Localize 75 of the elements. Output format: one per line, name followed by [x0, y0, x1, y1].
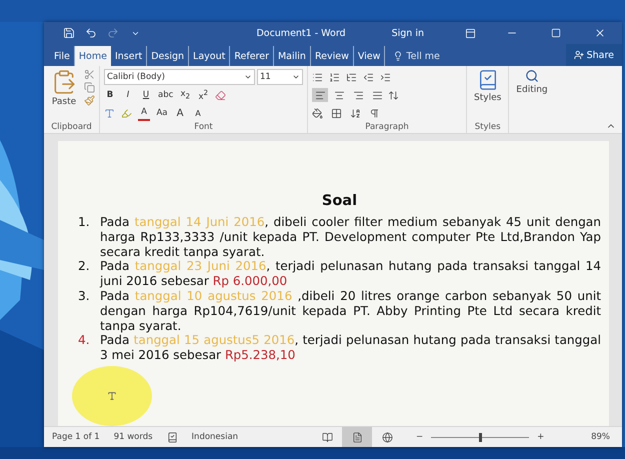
list-paragraph: Pada tanggal 15 agustus5 2016, terjadi pelunasan hutang pada transaksi tanggal 3 mei 2016 sebesar Rp5.238,10: [100, 333, 601, 363]
borders-icon[interactable]: [331, 108, 342, 118]
group-label: Styles: [474, 121, 502, 133]
sign-in-link[interactable]: Sign in: [392, 28, 424, 38]
group-label: Paragraph: [364, 121, 410, 133]
zoom-percent[interactable]: 89%: [591, 432, 610, 442]
align-icon: [334, 90, 344, 100]
page-count[interactable]: Page 1 of 1: [52, 432, 100, 442]
format-button[interactable]: I: [122, 88, 134, 102]
zoom-out-button[interactable]: −: [416, 432, 424, 442]
font-color-button[interactable]: A: [138, 105, 150, 121]
window-title: Document1 - Word: [255, 28, 346, 38]
list-number: 2.: [78, 259, 91, 276]
search-icon: [524, 69, 539, 83]
text-effects-icon[interactable]: [104, 108, 115, 118]
multilevel-list-icon[interactable]: [346, 72, 357, 82]
sort-icon[interactable]: [350, 108, 361, 118]
person-plus-icon: [574, 50, 584, 60]
font-size-field[interactable]: 11: [257, 69, 303, 85]
align-icon: [372, 90, 382, 100]
shrink-font-button[interactable]: A: [192, 106, 204, 120]
paint-bucket-icon[interactable]: [312, 108, 323, 118]
align-button[interactable]: [312, 88, 328, 102]
align-icon: [352, 90, 364, 100]
maximize-icon[interactable]: [551, 28, 561, 38]
group-label: Clipboard: [50, 121, 93, 133]
paintbrush-icon[interactable]: [84, 95, 95, 106]
line-spacing-icon[interactable]: [388, 90, 399, 100]
eraser-icon[interactable]: [215, 90, 226, 100]
format-button[interactable]: B: [104, 88, 116, 102]
share-button[interactable]: Share: [566, 44, 622, 66]
group-label: Font: [193, 121, 214, 133]
view-button[interactable]: [342, 427, 372, 447]
lightbulb-icon: [393, 51, 404, 61]
grow-font-button[interactable]: A: [174, 106, 186, 120]
format-button[interactable]: x$^{2}$: [197, 88, 210, 102]
font-name-field[interactable]: Calibri (Body): [104, 69, 255, 85]
undo-icon[interactable]: [85, 27, 97, 39]
increase-indent-icon[interactable]: [380, 72, 391, 82]
change-case-button[interactable]: Aa: [156, 106, 168, 120]
save-icon[interactable]: [63, 27, 75, 39]
list-paragraph: Pada tanggal 23 Juni 2016, terjadi pelunasan hutang pada transaksi tanggal 14 juni 2016 sebesar Rp 6.000,00: [100, 259, 601, 289]
pilcrow-icon[interactable]: [369, 108, 380, 118]
language-label[interactable]: Indonesian: [192, 432, 238, 442]
list-number: 4.: [78, 333, 91, 350]
paste-button[interactable]: Paste: [48, 69, 80, 121]
word-count[interactable]: 91 words: [114, 432, 153, 442]
proofing-icon[interactable]: [166, 432, 178, 442]
align-icon: [314, 90, 326, 100]
globe-icon: [382, 432, 393, 442]
decrease-indent-icon[interactable]: [363, 72, 374, 82]
caret-icon: [292, 73, 300, 81]
styles-button[interactable]: Styles: [471, 69, 504, 121]
ribbon-display-icon[interactable]: [464, 28, 476, 38]
document-heading: Soal: [320, 193, 358, 209]
tell-me-field[interactable]: Tell me: [385, 46, 448, 66]
text-cursor-icon: [107, 391, 117, 401]
list-paragraph: Pada tanggal 10 agustus 2016 ,dibeli 20 litres orange carbon sebanyak 50 unit dengan harga Rp104,7619/unit kepada PT. Abby Printing Pte Ltd secara kredit tanpa syarat.: [100, 288, 601, 334]
scissors-icon[interactable]: [84, 69, 95, 80]
list-number: 1.: [78, 215, 91, 231]
editing-button[interactable]: Editing: [513, 69, 551, 95]
format-button[interactable]: x$_{2}$: [179, 88, 192, 102]
close-icon[interactable]: [594, 27, 606, 39]
format-button[interactable]: U: [140, 88, 152, 102]
book-icon: [322, 432, 333, 442]
zoom-thumb[interactable]: [479, 432, 482, 442]
list-number: 3.: [78, 288, 91, 305]
page-icon: [352, 432, 363, 442]
zoom-in-button[interactable]: +: [537, 432, 544, 442]
caret-icon: [244, 73, 252, 81]
numbering-icon[interactable]: [329, 72, 340, 82]
list-paragraph: Pada tanggal 14 Juni 2016, dibeli cooler filter medium sebanyak 45 unit dengan harga Rp133,3333 /unit kepada PT. Development computer Pte Ltd,Brandon Yap secara kredit tanpa syarat.: [100, 215, 601, 260]
format-button[interactable]: abc: [158, 88, 174, 102]
copy-icon[interactable]: [84, 82, 95, 93]
ribbon-tab[interactable]: Home: [74, 46, 111, 66]
